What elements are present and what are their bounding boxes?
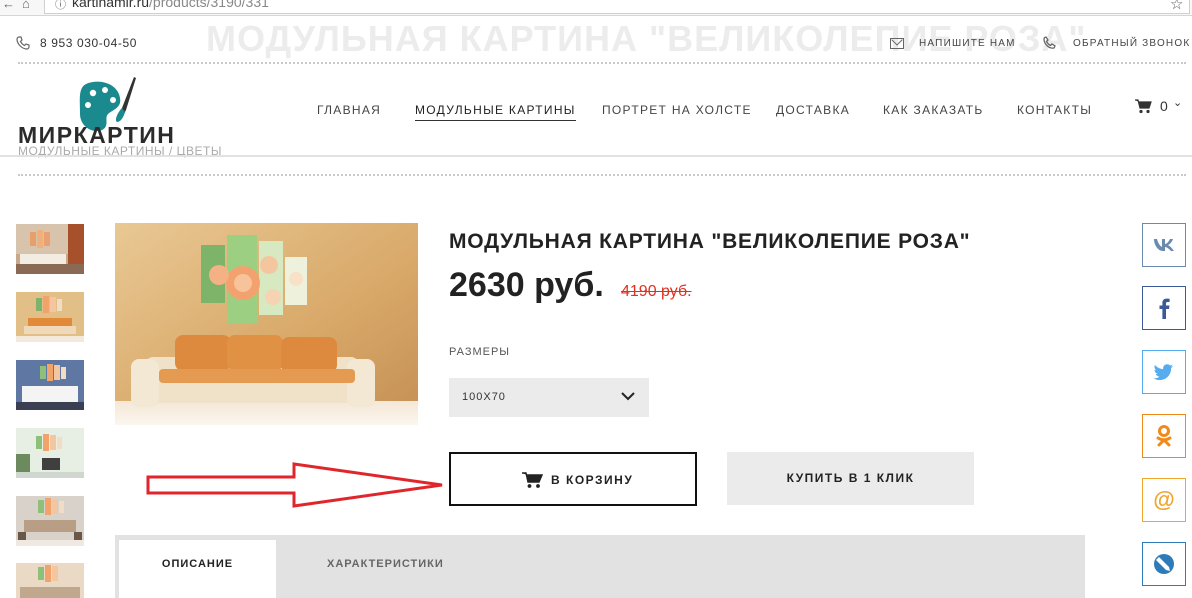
- nav-item-portrait[interactable]: ПОРТРЕТ НА ХОЛСТЕ: [602, 103, 752, 117]
- breadcrumb-dotted-divider: [18, 174, 1186, 176]
- share-livejournal-button[interactable]: [1142, 542, 1186, 586]
- buy-one-click-label: КУПИТЬ В 1 КЛИК: [786, 471, 915, 485]
- bookmark-star-icon[interactable]: ☆: [1170, 0, 1183, 13]
- product-thumbnail-6[interactable]: [16, 563, 84, 598]
- odnoklassniki-icon: [1142, 414, 1186, 458]
- chevron-down-icon: [621, 392, 635, 401]
- share-mailru-button[interactable]: @: [1142, 478, 1186, 522]
- nav-item-modular-paintings[interactable]: МОДУЛЬНЫЕ КАРТИНЫ: [415, 103, 576, 121]
- header-dotted-divider: [18, 62, 1186, 64]
- twitter-icon: [1142, 350, 1186, 394]
- phone-icon: [16, 36, 30, 50]
- browser-address-bar: ← ⌂ ⓘ kartinamir.ru/products/3190/331 ☆: [0, 0, 1192, 16]
- product-thumbnail-3[interactable]: [16, 360, 84, 410]
- nav-item-contacts[interactable]: КОНТАКТЫ: [1017, 103, 1092, 117]
- callback-link[interactable]: ОБРАТНЫЙ ЗВОНОК: [1073, 38, 1190, 49]
- size-select[interactable]: 100X70: [449, 378, 649, 417]
- size-selected-value: 100X70: [462, 391, 506, 403]
- share-odnoklassniki-button[interactable]: [1142, 414, 1186, 458]
- tab-characteristics[interactable]: ХАРАКТЕРИСТИКИ: [327, 558, 444, 570]
- header-bottom-border: [0, 155, 1192, 157]
- sizes-label: РАЗМЕРЫ: [449, 346, 511, 358]
- envelope-icon: [890, 38, 904, 49]
- facebook-icon: [1142, 286, 1186, 330]
- nav-item-how-to-order[interactable]: КАК ЗАКАЗАТЬ: [883, 103, 984, 117]
- product-thumbnail-5[interactable]: [16, 496, 84, 546]
- share-facebook-button[interactable]: [1142, 286, 1186, 330]
- header-phone-number[interactable]: 8 953 030-04-50: [40, 36, 137, 50]
- share-twitter-button[interactable]: [1142, 350, 1186, 394]
- nav-item-home[interactable]: ГЛАВНАЯ: [317, 103, 381, 117]
- red-arrow-annotation: [146, 462, 443, 508]
- product-main-image[interactable]: [115, 223, 418, 425]
- chevron-down-icon[interactable]: ⌄: [1173, 96, 1182, 109]
- cart-icon[interactable]: [1134, 98, 1152, 114]
- product-thumbnail-2[interactable]: [16, 292, 84, 342]
- product-thumbnail-4[interactable]: [16, 428, 84, 478]
- cart-count[interactable]: 0: [1160, 98, 1168, 114]
- product-title: МОДУЛЬНАЯ КАРТИНА "ВЕЛИКОЛЕПИЕ РОЗА": [449, 230, 971, 253]
- write-us-link[interactable]: НАПИШИТЕ НАМ: [919, 38, 1016, 49]
- tab-description[interactable]: ОПИСАНИЕ: [119, 540, 276, 598]
- nav-item-delivery[interactable]: ДОСТАВКА: [776, 103, 850, 117]
- info-icon[interactable]: ⓘ: [55, 0, 66, 12]
- url-text[interactable]: kartinamir.ru/products/3190/331: [72, 0, 269, 10]
- add-to-cart-button[interactable]: В КОРЗИНУ: [449, 452, 697, 506]
- share-vk-button[interactable]: [1142, 223, 1186, 267]
- product-thumbnail-1[interactable]: [16, 224, 84, 274]
- livejournal-icon: [1142, 542, 1186, 586]
- callback-phone-icon: [1043, 36, 1056, 49]
- svg-text:@: @: [1153, 487, 1174, 512]
- logo-text[interactable]: МИРКАРТИН: [18, 122, 175, 149]
- vk-icon: [1142, 223, 1186, 267]
- home-icon[interactable]: ⌂: [22, 0, 30, 11]
- back-arrow-icon[interactable]: ←: [2, 0, 15, 11]
- mailru-icon: @: [1142, 478, 1186, 522]
- product-price: 2630 руб.: [449, 266, 604, 304]
- tab-description-label: ОПИСАНИЕ: [161, 558, 234, 570]
- cart-icon: [522, 472, 543, 488]
- product-old-price: 4190 руб.: [621, 283, 692, 300]
- add-to-cart-label: В КОРЗИНУ: [551, 473, 634, 487]
- buy-one-click-button[interactable]: КУПИТЬ В 1 КЛИК: [727, 452, 974, 505]
